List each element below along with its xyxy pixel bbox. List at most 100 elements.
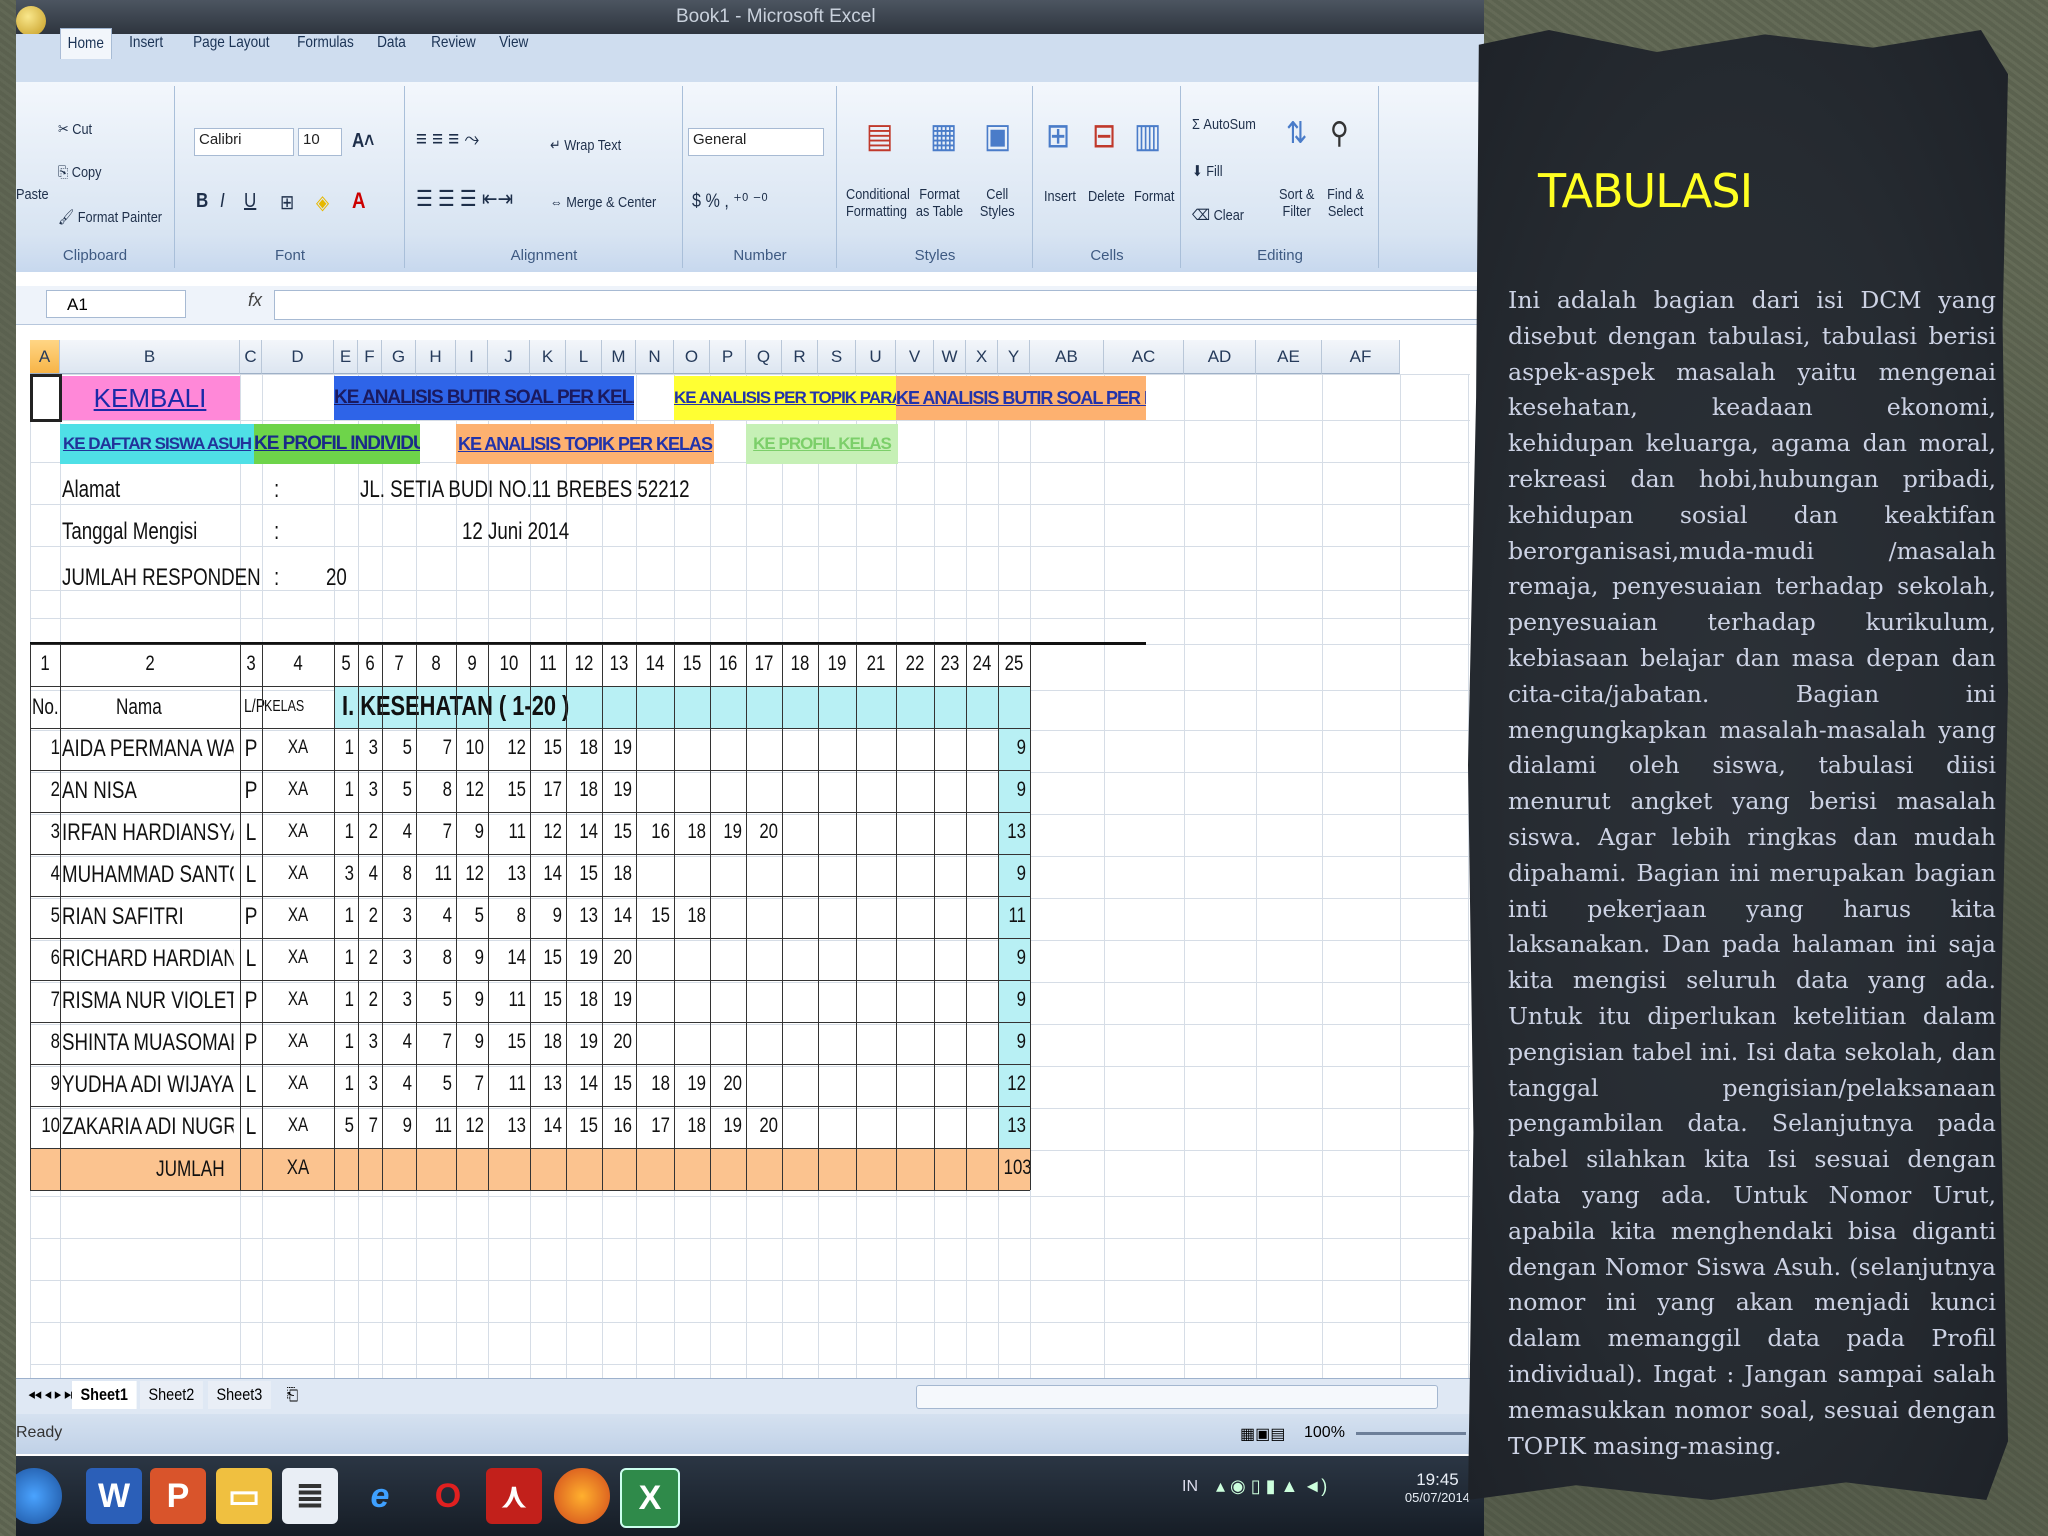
col-header-E[interactable]: E [334,340,358,374]
font-color-icon[interactable]: A [352,188,366,214]
sort-filter-button[interactable]: Sort & Filter [1278,186,1315,220]
clear-button[interactable]: ⌫ Clear [1192,206,1244,224]
insert-sheet-icon[interactable]: ⎗ [278,1381,307,1409]
horizontal-scrollbar[interactable] [916,1385,1438,1409]
col-header-X[interactable]: X [966,340,998,374]
col-header-U[interactable]: U [856,340,896,374]
name-box[interactable]: A1 [46,290,186,318]
word-icon[interactable]: W [86,1468,142,1524]
fill-button[interactable]: ⬇ Fill [1192,162,1223,180]
function-icon[interactable]: fx [248,290,262,311]
analisis-butir-soal-button[interactable]: KE ANALISIS BUTIR SOAL PER KELAS [334,376,634,420]
office-button[interactable] [16,6,46,36]
daftar-siswa-button[interactable]: KE DAFTAR SISWA ASUH [60,424,254,464]
col-header-R[interactable]: R [782,340,818,374]
col-header-B[interactable]: B [60,340,240,374]
font-name-select[interactable]: Calibri [194,128,294,156]
tab-page-layout[interactable]: Page Layout [188,34,275,52]
col-header-S[interactable]: S [818,340,856,374]
profil-kelas-button[interactable]: KE PROFIL KELAS [746,424,898,464]
font-size-select[interactable]: 10 [298,128,342,156]
kembali-button[interactable]: KEMBALI [60,376,240,420]
tray-icons[interactable]: ▴ ◉ ▯ ▮ ▲ ◄) [1216,1476,1327,1497]
format-as-table-button[interactable]: Format as Table [914,186,965,220]
active-cell-a1[interactable] [30,374,62,422]
cut-button[interactable]: ✂ Cut [58,120,92,138]
merge-center-button[interactable]: ⇔ Merge & Center [550,194,656,211]
internet-explorer-icon[interactable]: e [352,1468,408,1524]
italic-button[interactable]: I [220,190,225,213]
col-header-A[interactable]: A [30,340,60,374]
fill-color-icon[interactable]: ◈ [316,190,329,215]
bold-button[interactable]: B [196,190,208,213]
conditional-formatting-button[interactable]: Conditional Formatting [846,186,910,220]
col-header-J[interactable]: J [488,340,530,374]
find-select-button[interactable]: Find & Select [1326,186,1365,220]
align-left-icon[interactable]: ☰ ☰ ☰ ⇤⇥ [416,186,513,212]
language-indicator[interactable]: IN [1182,1478,1198,1496]
number-format-select[interactable]: General [688,128,824,156]
insert-button[interactable]: Insert [1044,188,1076,205]
col-header-Q[interactable]: Q [746,340,782,374]
profil-individual-button[interactable]: KE PROFIL INDIVIDUAL [254,424,420,464]
adobe-reader-icon[interactable]: ⋏ [486,1468,542,1524]
col-header-C[interactable]: C [240,340,262,374]
cell-styles-button[interactable]: Cell Styles [976,186,1019,220]
col-header-P[interactable]: P [710,340,746,374]
analisis-butir-soal-2-button[interactable]: KE ANALISIS BUTIR SOAL PER KELAS [896,376,1146,420]
clock[interactable]: 19:45 05/07/2014 [1405,1470,1470,1505]
col-header-AC[interactable]: AC [1104,340,1184,374]
opera-icon[interactable]: O [420,1468,476,1524]
col-header-I[interactable]: I [456,340,488,374]
tab-view[interactable]: View [494,34,533,52]
sheet-tab-3[interactable]: Sheet3 [208,1381,271,1409]
paste-button[interactable]: Paste [16,186,49,203]
explorer-folder-icon[interactable]: ▭ [216,1468,272,1524]
borders-icon[interactable]: ⊞ [280,190,294,215]
view-buttons-icon[interactable]: ▦▣▤ [1240,1424,1285,1444]
excel-icon[interactable]: X [620,1468,680,1528]
col-header-M[interactable]: M [602,340,636,374]
copy-button[interactable]: ⎘ Copy [58,164,102,181]
zoom-slider[interactable] [1356,1432,1466,1435]
formula-input[interactable] [274,290,1478,320]
autosum-button[interactable]: Σ AutoSum [1192,116,1256,133]
col-header-AF[interactable]: AF [1322,340,1400,374]
sheet-tab-1[interactable]: Sheet1 [72,1381,137,1409]
analisis-topik-kelas-button[interactable]: KE ANALISIS TOPIK PER KELAS [456,424,714,464]
tab-insert[interactable]: Insert [124,34,168,52]
col-header-AD[interactable]: AD [1184,340,1256,374]
zoom-level[interactable]: 100% [1304,1424,1345,1442]
col-header-W[interactable]: W [934,340,966,374]
col-header-G[interactable]: G [382,340,416,374]
wrap-text-button[interactable]: ↵ Wrap Text [550,136,621,154]
col-header-AE[interactable]: AE [1256,340,1322,374]
col-header-N[interactable]: N [636,340,674,374]
tab-formulas[interactable]: Formulas [292,34,359,52]
tab-review[interactable]: Review [426,34,481,52]
start-button-icon[interactable] [16,1468,62,1524]
col-header-D[interactable]: D [262,340,334,374]
grow-font-icon[interactable]: A˄ [352,130,374,153]
currency-icon[interactable]: $ % , ⁺⁰ ⁻⁰ [692,190,768,213]
col-header-V[interactable]: V [896,340,934,374]
firefox-icon[interactable] [554,1468,610,1524]
tab-home[interactable]: Home [60,28,112,59]
col-header-Y[interactable]: Y [998,340,1030,374]
notepad-icon[interactable]: ≣ [282,1468,338,1524]
sheet-tab-2[interactable]: Sheet2 [140,1381,203,1409]
format-button[interactable]: Format [1134,188,1174,205]
col-header-AB[interactable]: AB [1030,340,1104,374]
underline-button[interactable]: U [244,190,256,213]
col-header-L[interactable]: L [566,340,602,374]
delete-button[interactable]: Delete [1088,188,1125,205]
col-header-H[interactable]: H [416,340,456,374]
col-header-F[interactable]: F [358,340,382,374]
tab-data[interactable]: Data [372,34,411,52]
col-header-O[interactable]: O [674,340,710,374]
format-painter-button[interactable]: 🖌 Format Painter [58,208,162,226]
powerpoint-icon[interactable]: P [150,1468,206,1524]
analisis-topik-paralel-button[interactable]: KE ANALISIS PER TOPIK PARALEL [674,376,896,420]
align-top-icon[interactable]: ≡ ≡ ≡ ⤳ [416,126,479,152]
col-header-K[interactable]: K [530,340,566,374]
